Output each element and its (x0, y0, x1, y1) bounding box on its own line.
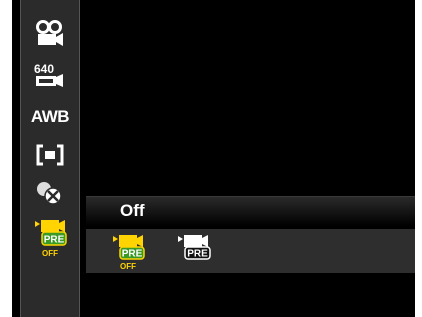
option-bar: PRE OFF PRE (86, 229, 415, 273)
resolution-640-icon: 640 (34, 62, 63, 87)
movie-camera-icon (36, 20, 63, 46)
sidebar-item-movie-mode[interactable] (21, 14, 79, 54)
pre-record-state: OFF (42, 249, 58, 258)
focus-area-icon (36, 144, 64, 166)
sidebar-item-white-balance[interactable]: AWB (21, 100, 79, 134)
resolution-label: 640 (34, 62, 54, 76)
option-title: Off (120, 201, 145, 220)
option-pre-record-on[interactable]: PRE (172, 233, 214, 263)
effect-off-icon (37, 182, 62, 205)
sidebar-item-effect[interactable] (21, 176, 79, 210)
pre-record-off-icon: PRE (113, 235, 145, 260)
sidebar-item-resolution[interactable]: 640 (21, 56, 79, 94)
sidebar-item-pre-record[interactable]: PRE OFF (21, 214, 79, 262)
white-balance-icon: AWB (30, 107, 70, 126)
option-state-label: OFF (120, 262, 136, 271)
pre-record-icon: PRE (35, 220, 67, 246)
option-pre-record-off[interactable]: PRE OFF (108, 233, 148, 271)
pre-badge-text: PRE (187, 249, 208, 260)
pre-record-panel: Off PRE OFF PRE (86, 190, 415, 276)
pre-badge-text: PRE (44, 235, 65, 246)
camera-screen: 640 AWB PRE OFF Off PRE OFF PRE (12, 0, 415, 317)
settings-sidebar: 640 AWB PRE OFF (20, 0, 80, 317)
sidebar-item-focus-area[interactable] (21, 138, 79, 172)
pre-badge-text: PRE (122, 249, 143, 260)
pre-record-on-icon: PRE (178, 235, 211, 260)
option-title-bar: Off (86, 196, 415, 226)
